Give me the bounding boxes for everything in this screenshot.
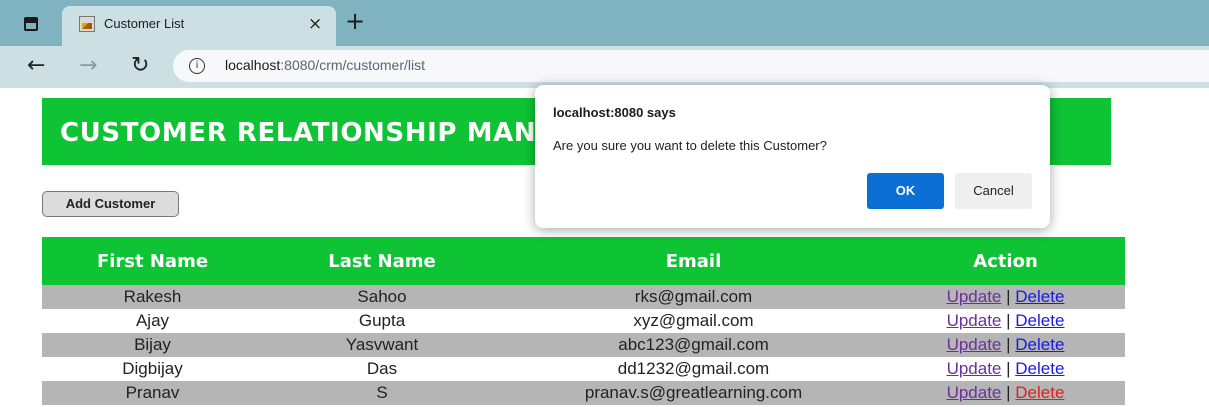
update-link[interactable]: Update [947, 383, 1002, 402]
update-link[interactable]: Update [947, 335, 1002, 354]
cell-last-name: Gupta [263, 309, 501, 333]
table-row: Bijay Yasvwant abc123@gmail.com Update |… [42, 333, 1125, 357]
dialog-title: localhost:8080 says [553, 105, 676, 120]
delete-link[interactable]: Delete [1015, 311, 1064, 330]
cell-action: Update | Delete [886, 381, 1125, 405]
link-separator: | [1006, 359, 1011, 378]
column-header-first-name: First Name [42, 237, 263, 285]
cell-last-name: Das [263, 357, 501, 381]
cell-last-name: Sahoo [263, 285, 501, 309]
ok-button[interactable]: OK [867, 173, 944, 209]
link-separator: | [1006, 287, 1011, 306]
link-separator: | [1006, 311, 1011, 330]
update-link[interactable]: Update [947, 311, 1002, 330]
table-row: Pranav S pranav.s@greatlearning.com Upda… [42, 381, 1125, 405]
table-row: Digbijay Das dd1232@gmail.com Update | D… [42, 357, 1125, 381]
favicon-icon [79, 16, 95, 32]
cell-action: Update | Delete [886, 357, 1125, 381]
cell-email: abc123@gmail.com [501, 333, 886, 357]
tab-close-icon[interactable]: × [308, 14, 322, 34]
table-row: Ajay Gupta xyz@gmail.com Update | Delete [42, 309, 1125, 333]
cell-action: Update | Delete [886, 333, 1125, 357]
column-header-last-name: Last Name [263, 237, 501, 285]
url-text[interactable]: localhost:8080/crm/customer/list [225, 57, 425, 73]
address-bar[interactable]: i localhost:8080/crm/customer/list [173, 50, 1209, 82]
browser-toolbar: ← → ↻ i localhost:8080/crm/customer/list [0, 46, 1209, 88]
cell-first-name: Bijay [42, 333, 263, 357]
confirm-dialog: localhost:8080 says Are you sure you wan… [535, 85, 1050, 228]
cell-email: rks@gmail.com [501, 285, 886, 309]
customer-table: First Name Last Name Email Action Rakesh… [42, 237, 1125, 405]
table-row: Rakesh Sahoo rks@gmail.com Update | Dele… [42, 285, 1125, 309]
cell-last-name: S [263, 381, 501, 405]
cell-first-name: Ajay [42, 309, 263, 333]
cancel-button[interactable]: Cancel [955, 173, 1032, 209]
cell-action: Update | Delete [886, 285, 1125, 309]
cell-first-name: Rakesh [42, 285, 263, 309]
link-separator: | [1006, 335, 1011, 354]
cell-first-name: Digbijay [42, 357, 263, 381]
cell-last-name: Yasvwant [263, 333, 501, 357]
update-link[interactable]: Update [947, 287, 1002, 306]
delete-link[interactable]: Delete [1015, 383, 1064, 402]
cell-action: Update | Delete [886, 309, 1125, 333]
column-header-email: Email [501, 237, 886, 285]
new-tab-icon[interactable]: + [345, 9, 365, 33]
cell-email: dd1232@gmail.com [501, 357, 886, 381]
site-info-icon[interactable]: i [189, 58, 205, 74]
delete-link[interactable]: Delete [1015, 335, 1064, 354]
browser-tab[interactable]: Customer List × [62, 6, 336, 46]
cell-email: pranav.s@greatlearning.com [501, 381, 886, 405]
browser-tab-strip: Customer List × + [0, 0, 1209, 46]
update-link[interactable]: Update [947, 359, 1002, 378]
back-icon[interactable]: ← [27, 54, 45, 78]
cell-first-name: Pranav [42, 381, 263, 405]
url-path: :8080/crm/customer/list [280, 57, 425, 73]
url-host: localhost [225, 57, 281, 73]
tab-title: Customer List [104, 16, 185, 31]
link-separator: | [1006, 383, 1011, 402]
forward-icon[interactable]: → [79, 54, 97, 78]
table-header-row: First Name Last Name Email Action [42, 237, 1125, 285]
reload-icon[interactable]: ↻ [131, 54, 149, 78]
delete-link[interactable]: Delete [1015, 287, 1064, 306]
column-header-action: Action [886, 237, 1125, 285]
cell-email: xyz@gmail.com [501, 309, 886, 333]
delete-link[interactable]: Delete [1015, 359, 1064, 378]
dialog-message: Are you sure you want to delete this Cus… [553, 138, 827, 153]
add-customer-button[interactable]: Add Customer [42, 191, 179, 217]
tab-actions-icon[interactable] [24, 17, 38, 31]
